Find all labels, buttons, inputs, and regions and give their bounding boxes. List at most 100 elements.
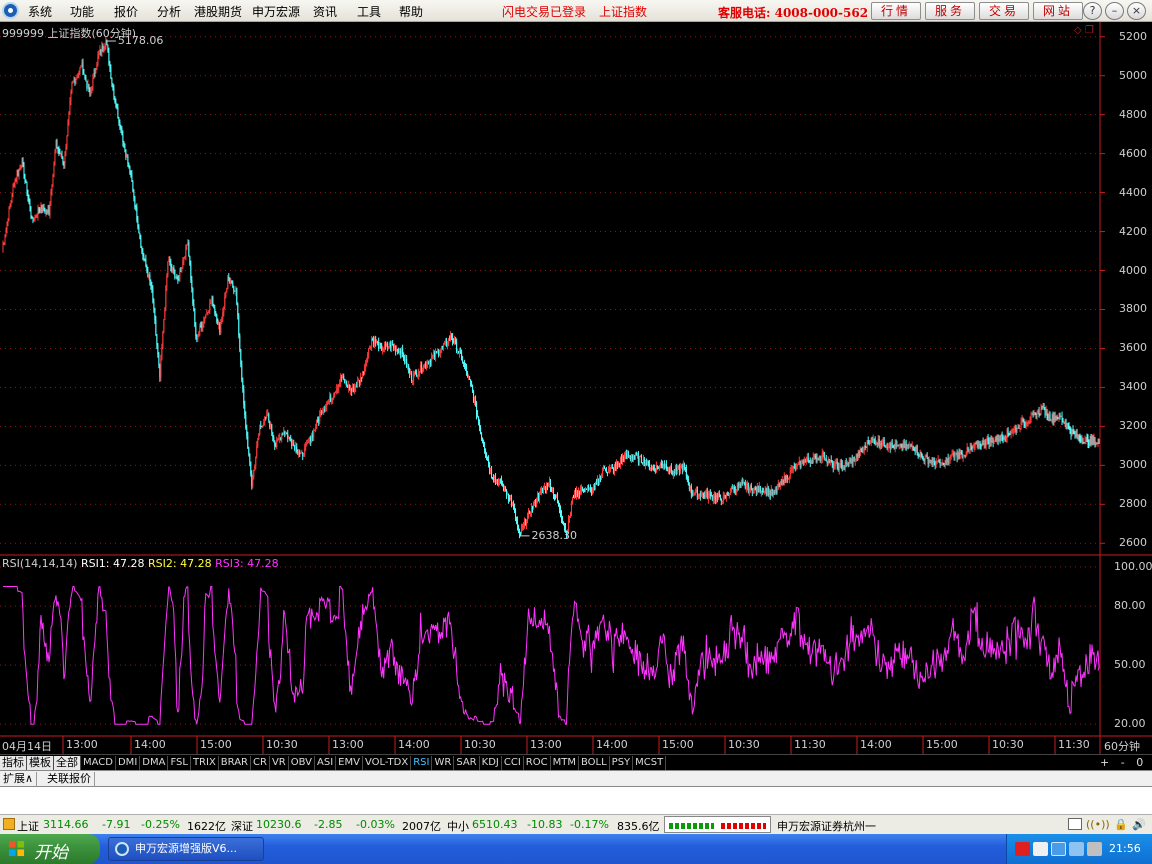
indicator-tab-asi[interactable]: ASI <box>315 756 337 770</box>
indicator-tab-fsl[interactable]: FSL <box>168 756 191 770</box>
sh-value: 3114.66 <box>43 818 89 831</box>
time-axis-label: 10:30 <box>728 738 760 751</box>
candle <box>934 460 936 470</box>
market-button[interactable]: 行情 <box>871 2 921 20</box>
indicator-tab-vol-tdx[interactable]: VOL-TDX <box>363 756 412 770</box>
indicator-tab-macd[interactable]: MACD <box>81 756 116 770</box>
indicator-tab-dmi[interactable]: DMI <box>116 756 141 770</box>
tray-app-icon[interactable]: 🔒 <box>1114 818 1128 831</box>
indicator-group-tab[interactable]: 模板 <box>27 756 54 770</box>
zoom-reset-button[interactable]: 0 <box>1136 756 1143 769</box>
candle <box>1069 426 1071 434</box>
menu-shenwan[interactable]: 申万宏源 <box>252 3 300 20</box>
indicator-tab-rsi[interactable]: RSI <box>411 756 433 770</box>
indicator-tab-vr[interactable]: VR <box>270 756 289 770</box>
zoom-in-button[interactable]: + <box>1100 756 1109 769</box>
candle <box>765 487 767 497</box>
minimize-icon[interactable]: – <box>1105 2 1124 20</box>
tray-shield-icon[interactable] <box>1087 842 1102 856</box>
candle <box>615 459 617 472</box>
window-icon[interactable] <box>1068 818 1082 830</box>
menu-help[interactable]: 帮助 <box>399 3 423 20</box>
service-button[interactable]: 服务 <box>925 2 975 20</box>
candle <box>64 151 66 169</box>
indicator-tab-mcst[interactable]: MCST <box>633 756 667 770</box>
indicator-tab-sar[interactable]: SAR <box>454 756 480 770</box>
alert-icon[interactable] <box>3 818 15 830</box>
indicator-tab-brar[interactable]: BRAR <box>219 756 251 770</box>
candle <box>176 274 178 280</box>
candle <box>452 333 454 346</box>
chart-area[interactable]: 999999 上证指数(60分钟) ◇ ❐ 5178.06 2638.30 52… <box>0 22 1152 755</box>
start-button[interactable]: 开始 <box>0 834 100 864</box>
candle <box>781 476 783 487</box>
login-status[interactable]: 闪电交易已登录 <box>502 3 586 20</box>
menu-analysis[interactable]: 分析 <box>157 3 181 20</box>
menu-system[interactable]: 系统 <box>28 3 52 20</box>
indicator-tab-trix[interactable]: TRIX <box>191 756 219 770</box>
tray-volume-icon[interactable] <box>1033 842 1048 856</box>
candle <box>925 453 927 458</box>
candle <box>1050 418 1052 422</box>
tray-display-icon[interactable] <box>1069 842 1084 856</box>
candle <box>360 372 362 386</box>
candle <box>630 453 632 463</box>
candle <box>744 479 746 490</box>
candle <box>28 194 30 205</box>
indicator-tab-cci[interactable]: CCI <box>502 756 524 770</box>
candle <box>362 370 364 379</box>
indicator-tab-cr[interactable]: CR <box>251 756 270 770</box>
candle <box>976 440 978 449</box>
menu-news[interactable]: 资讯 <box>313 3 337 20</box>
expand-tab[interactable]: 扩展∧ <box>0 772 38 787</box>
website-button[interactable]: 网站 <box>1033 2 1083 20</box>
related-quote-tab[interactable]: 关联报价 <box>44 772 95 787</box>
candle <box>857 449 859 461</box>
zoom-out-button[interactable]: - <box>1121 756 1125 769</box>
menu-quote[interactable]: 报价 <box>114 3 138 20</box>
menu-hk-futures[interactable]: 港股期货 <box>194 3 242 20</box>
chart-canvas[interactable] <box>0 22 1152 755</box>
app-logo-icon[interactable] <box>2 2 19 19</box>
indicator-tab-dma[interactable]: DMA <box>140 756 169 770</box>
candle <box>55 139 57 153</box>
candle <box>56 138 58 149</box>
candle <box>65 143 67 157</box>
tray-speaker-icon[interactable]: 🔊 <box>1132 818 1146 831</box>
candle <box>1065 418 1067 430</box>
indicator-tab-obv[interactable]: OBV <box>289 756 315 770</box>
trade-button[interactable]: 交易 <box>979 2 1029 20</box>
signal-icon[interactable]: ((•)) <box>1086 818 1110 831</box>
candle <box>1066 422 1068 431</box>
indicator-tab-wr[interactable]: WR <box>432 756 455 770</box>
candle <box>364 363 366 375</box>
candle <box>766 483 768 497</box>
indicator-tab-mtm[interactable]: MTM <box>551 756 579 770</box>
tray-update-icon[interactable] <box>1051 842 1066 856</box>
indicator-tab-psy[interactable]: PSY <box>610 756 634 770</box>
candle <box>489 461 491 475</box>
indicator-group-tab[interactable]: 全部 <box>54 756 81 770</box>
candle <box>668 466 670 475</box>
timeframe-label[interactable]: 60分钟 <box>1104 738 1140 754</box>
menu-tools[interactable]: 工具 <box>357 3 381 20</box>
candle <box>457 348 459 355</box>
indicator-tab-boll[interactable]: BOLL <box>579 756 610 770</box>
indicator-tab-roc[interactable]: ROC <box>524 756 551 770</box>
candle <box>960 449 962 455</box>
candle <box>833 461 835 470</box>
candle <box>658 465 660 471</box>
help-icon[interactable]: ? <box>1083 2 1102 20</box>
close-icon[interactable]: × <box>1127 2 1146 20</box>
taskbar-item[interactable]: 申万宏源增强版V6... <box>108 837 264 861</box>
candle <box>518 524 520 534</box>
indicator-tab-emv[interactable]: EMV <box>336 756 363 770</box>
indicator-tab-kdj[interactable]: KDJ <box>480 756 502 770</box>
indicator-group-tab[interactable]: 指标 <box>0 756 27 770</box>
candle <box>903 438 905 449</box>
menu-function[interactable]: 功能 <box>70 3 94 20</box>
chart-corner-icons[interactable]: ◇ ❐ <box>1074 25 1094 36</box>
candle <box>246 424 248 440</box>
tray-network-icon[interactable] <box>1015 842 1030 856</box>
candle <box>1098 438 1100 444</box>
